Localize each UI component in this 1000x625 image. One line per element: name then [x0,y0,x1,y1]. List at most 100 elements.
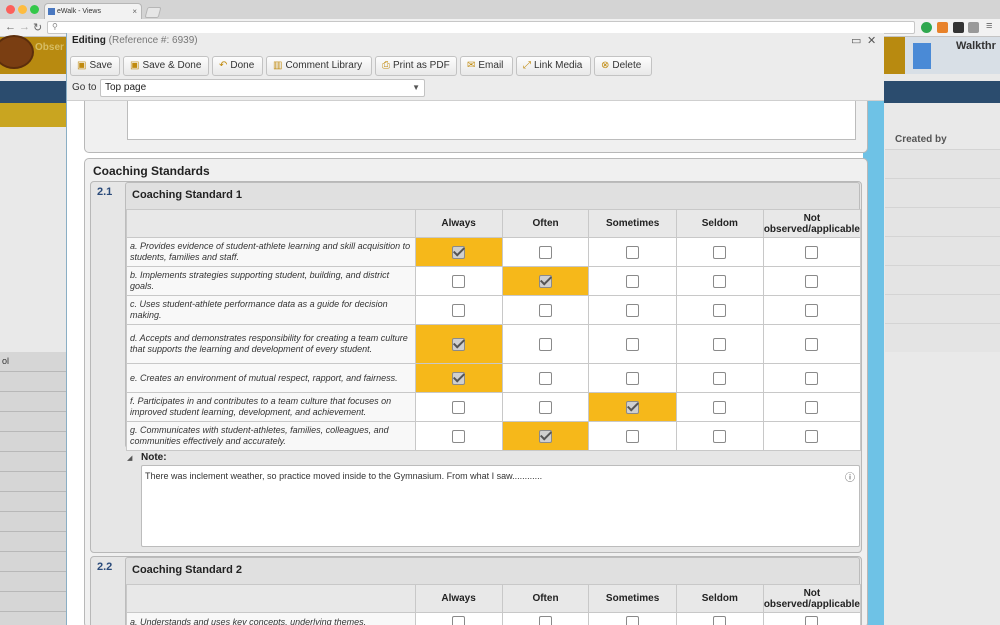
rating-checkbox[interactable] [626,337,640,351]
done-button[interactable]: ↶ Done [212,56,263,76]
rating-cell[interactable] [588,295,677,325]
rating-cell[interactable] [762,392,862,422]
rating-checkbox[interactable] [626,400,640,414]
rating-checkbox[interactable] [626,245,640,259]
list-row[interactable] [0,532,68,552]
close-icon[interactable]: ✕ [867,34,876,47]
list-row[interactable] [0,452,68,472]
rating-cell[interactable] [414,237,503,267]
rating-checkbox[interactable] [539,274,553,288]
rating-cell[interactable] [501,421,590,451]
rating-checkbox[interactable] [805,616,819,625]
rating-checkbox[interactable] [539,337,553,351]
rating-cell[interactable] [501,237,590,267]
list-row[interactable] [0,512,68,532]
close-window-button[interactable] [6,5,15,14]
rating-cell[interactable] [675,612,764,625]
email-button[interactable]: ✉ Email [460,56,513,76]
rating-checkbox[interactable] [713,371,727,385]
rating-checkbox[interactable] [626,616,640,625]
list-row[interactable] [0,612,68,625]
forward-icon[interactable]: → [19,21,30,33]
rating-cell[interactable] [588,324,677,364]
rating-cell[interactable] [762,266,862,296]
rating-cell[interactable] [501,295,590,325]
rating-cell[interactable] [675,237,764,267]
menu-icon[interactable]: ≡ [986,20,992,32]
rating-cell[interactable] [414,392,503,422]
rating-cell[interactable] [588,612,677,625]
rating-checkbox[interactable] [626,371,640,385]
rating-cell[interactable] [414,612,503,625]
comment-icon[interactable]: ⓘ [845,469,855,484]
rating-checkbox[interactable] [452,400,466,414]
delete-button[interactable]: ⊗ Delete [594,56,652,76]
rating-checkbox[interactable] [539,400,553,414]
rating-cell[interactable] [501,612,590,625]
list-row[interactable] [0,372,68,392]
rating-checkbox[interactable] [805,371,819,385]
list-row[interactable] [0,472,68,492]
rating-checkbox[interactable] [452,429,466,443]
rating-cell[interactable] [675,324,764,364]
list-row[interactable] [885,149,1000,178]
rating-cell[interactable] [762,295,862,325]
list-row[interactable] [0,592,68,612]
rating-cell[interactable] [762,612,862,625]
list-row[interactable] [0,412,68,432]
rating-checkbox[interactable] [539,245,553,259]
rating-checkbox[interactable] [713,400,727,414]
list-row[interactable] [885,323,1000,352]
rating-cell[interactable] [588,237,677,267]
rating-cell[interactable] [588,392,677,422]
rating-checkbox[interactable] [713,303,727,317]
rating-cell[interactable] [675,392,764,422]
rating-cell[interactable] [675,421,764,451]
rating-checkbox[interactable] [539,303,553,317]
rating-cell[interactable] [675,363,764,393]
list-row[interactable] [885,265,1000,294]
rating-checkbox[interactable] [805,303,819,317]
rating-cell[interactable] [675,295,764,325]
goto-select[interactable]: Top page ▼ [100,79,425,97]
rating-cell[interactable] [762,237,862,267]
rating-checkbox[interactable] [805,274,819,288]
extension-green-icon[interactable] [921,22,932,33]
rating-checkbox[interactable] [452,371,466,385]
note-collapse-icon[interactable]: ◢ [127,454,132,462]
rating-cell[interactable] [414,421,503,451]
rating-checkbox[interactable] [452,616,466,625]
rating-checkbox[interactable] [713,245,727,259]
rating-checkbox[interactable] [539,371,553,385]
previous-note-textarea[interactable] [127,101,856,140]
link-media-button[interactable]: ⤢ Link Media [516,56,591,76]
list-row[interactable] [0,432,68,452]
save-done-button[interactable]: ▣ Save & Done [123,56,209,76]
restore-icon[interactable]: ▭ [851,34,861,47]
comment-library-button[interactable]: ▥ Comment Library [266,56,372,76]
list-row[interactable] [0,392,68,412]
print-pdf-button[interactable]: ⎙ Print as PDF [375,56,457,76]
rating-cell[interactable] [501,363,590,393]
rating-cell[interactable] [501,324,590,364]
rating-checkbox[interactable] [452,337,466,351]
rating-cell[interactable] [762,363,862,393]
rating-cell[interactable] [501,266,590,296]
rating-cell[interactable] [675,266,764,296]
extension-blue-icon[interactable] [971,22,982,33]
list-row[interactable] [0,572,68,592]
browser-tab[interactable]: eWalk - Views × [44,3,142,19]
rating-checkbox[interactable] [805,245,819,259]
minimize-window-button[interactable] [18,5,27,14]
maximize-window-button[interactable] [30,5,39,14]
rating-cell[interactable] [501,392,590,422]
rating-checkbox[interactable] [805,429,819,443]
save-button[interactable]: ▣ Save [70,56,120,76]
rating-checkbox[interactable] [626,303,640,317]
rating-checkbox[interactable] [452,303,466,317]
rating-checkbox[interactable] [713,616,727,625]
back-icon[interactable]: ← [5,21,16,33]
extension-dark-icon[interactable] [953,22,964,33]
note-textarea[interactable]: There was inclement weather, so practice… [141,465,860,547]
list-row[interactable] [0,552,68,572]
